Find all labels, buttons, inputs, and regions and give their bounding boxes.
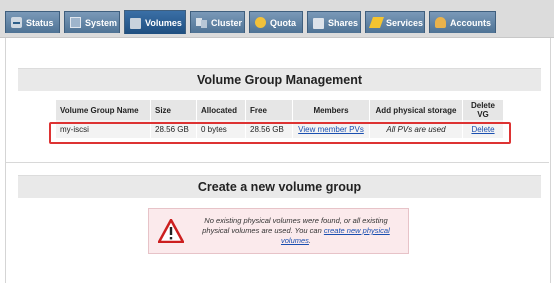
tab-label: Shares [328, 17, 359, 28]
cluster-icon [196, 17, 207, 28]
tab-system[interactable]: System [64, 11, 120, 33]
top-nav-bar: Status System Volumes Cluster Quota Shar… [0, 0, 554, 38]
tab-services[interactable]: Services [365, 11, 425, 33]
tab-label: Cluster [211, 17, 243, 28]
vg-members-cell: View member PVs [292, 120, 370, 138]
shares-icon [313, 18, 324, 29]
table-header-row: Volume Group Name Size Allocated Free Me… [56, 100, 504, 120]
tab-quota[interactable]: Quota [249, 11, 303, 33]
tab-label: Quota [270, 17, 296, 28]
warning-icon [158, 219, 184, 243]
status-icon [11, 17, 22, 28]
view-member-pvs-link[interactable]: View member PVs [298, 125, 364, 134]
vg-management-header: Volume Group Management [18, 68, 541, 91]
no-pv-alert: No existing physical volumes were found,… [148, 208, 409, 254]
table-row: my-iscsi 28.56 GB 0 bytes 28.56 GB View … [56, 120, 504, 138]
vg-allocated-cell: 0 bytes [196, 120, 246, 138]
vg-free-cell: 28.56 GB [245, 120, 293, 138]
vg-size-cell: 28.56 GB [150, 120, 197, 138]
tab-label: Services [386, 17, 424, 28]
col-free: Free [245, 100, 293, 120]
tab-label: System [85, 17, 118, 28]
col-delete-vg: Delete VG [462, 100, 504, 120]
col-vg-name: Volume Group Name [56, 100, 151, 120]
tab-volumes[interactable]: Volumes [124, 10, 186, 34]
alert-text-end: . [308, 236, 312, 245]
volume-group-table: Volume Group Name Size Allocated Free Me… [56, 100, 504, 138]
section-divider [6, 162, 549, 163]
accounts-icon [435, 17, 446, 28]
col-size: Size [150, 100, 197, 120]
quota-icon [255, 17, 266, 28]
services-icon [368, 17, 385, 28]
delete-vg-link[interactable]: Delete [471, 125, 494, 134]
tab-cluster[interactable]: Cluster [190, 11, 245, 33]
tab-label: Status [26, 17, 54, 28]
volumes-icon [130, 18, 141, 29]
vg-add-storage-cell: All PVs are used [369, 120, 463, 138]
tab-label: Accounts [450, 17, 492, 28]
tab-label: Volumes [145, 17, 182, 28]
alert-message: No existing physical volumes were found,… [191, 216, 401, 246]
tab-status[interactable]: Status [5, 11, 60, 33]
col-add-storage: Add physical storage [369, 100, 463, 120]
col-allocated: Allocated [196, 100, 246, 120]
col-members: Members [292, 100, 370, 120]
tab-accounts[interactable]: Accounts [429, 11, 496, 33]
create-vg-header: Create a new volume group [18, 175, 541, 198]
vg-delete-cell: Delete [462, 120, 504, 138]
vg-name-cell: my-iscsi [56, 120, 151, 138]
system-icon [70, 17, 81, 28]
tab-shares[interactable]: Shares [307, 11, 361, 33]
